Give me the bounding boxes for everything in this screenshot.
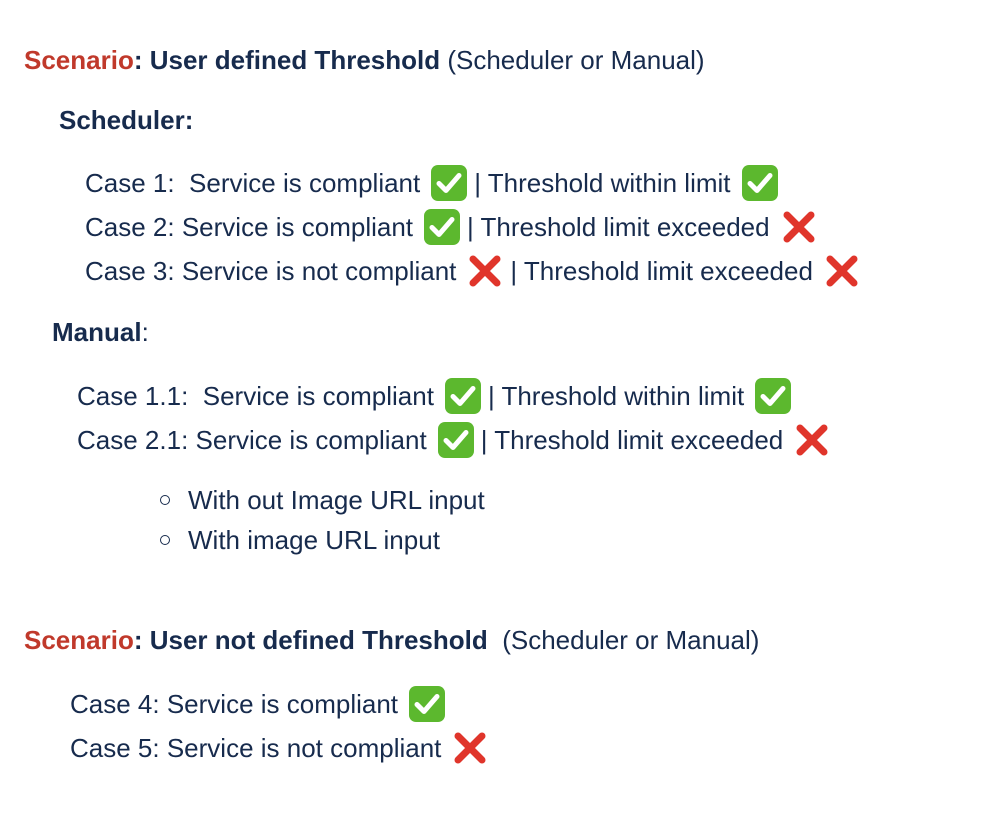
scenario-1-heading: Scenario: User defined Threshold (Schedu… xyxy=(24,43,705,77)
scenario-title: User not defined Threshold xyxy=(142,625,488,655)
red-cross-mark-icon xyxy=(466,252,504,290)
white-check-mark-icon xyxy=(437,421,475,459)
scenario-2-case-5: Case 5: Service is not compliant xyxy=(70,731,495,765)
scenario-label: Scenario xyxy=(24,625,134,655)
hollow-bullet-icon xyxy=(160,535,170,545)
scenario-colon: : xyxy=(133,45,143,75)
case-threshold-text: | Threshold limit exceeded xyxy=(510,256,813,286)
list-item: With out Image URL input xyxy=(160,483,485,517)
list-item-text: With image URL input xyxy=(188,525,440,555)
red-cross-mark-icon xyxy=(793,421,831,459)
scheduler-heading: Scheduler: xyxy=(59,105,194,135)
case-threshold-text: | Threshold limit exceeded xyxy=(480,425,784,455)
case-text: Case 4: Service is compliant xyxy=(70,689,399,719)
scheduler-case-3: Case 3: Service is not compliant | Thres… xyxy=(85,254,867,288)
case-text: Case 3: Service is not compliant xyxy=(85,256,457,286)
scenario-suffix: (Scheduler or Manual) xyxy=(487,625,760,655)
red-cross-mark-icon xyxy=(780,208,818,246)
white-check-mark-icon xyxy=(430,164,468,202)
case-text: Case 5: Service is not compliant xyxy=(70,733,442,763)
case-text: Case 2: Service is compliant xyxy=(85,212,414,242)
scenario-colon: : xyxy=(133,625,143,655)
manual-heading-colon: : xyxy=(141,317,149,347)
hollow-bullet-icon xyxy=(160,495,170,505)
red-cross-mark-icon xyxy=(823,252,861,290)
white-check-mark-icon xyxy=(754,377,792,415)
case-text: Case 1: Service is compliant xyxy=(85,168,421,198)
scenario-title: User defined Threshold xyxy=(142,45,441,75)
white-check-mark-icon xyxy=(408,685,446,723)
red-cross-mark-icon xyxy=(451,729,489,767)
case-threshold-text: | Threshold within limit xyxy=(474,168,731,198)
scenario-2-heading: Scenario: User not defined Threshold (Sc… xyxy=(24,623,759,657)
manual-heading: Manual: xyxy=(52,315,149,349)
white-check-mark-icon xyxy=(741,164,779,202)
list-item: With image URL input xyxy=(160,523,440,557)
scenario-label: Scenario xyxy=(24,45,134,75)
case-threshold-text: | Threshold limit exceeded xyxy=(467,212,770,242)
scenario-suffix: (Scheduler or Manual) xyxy=(440,45,705,75)
scheduler-case-2: Case 2: Service is compliant | Threshold… xyxy=(85,208,824,246)
scheduler-case-1: Case 1: Service is compliant | Threshold… xyxy=(85,164,785,202)
scenario-2-case-4: Case 4: Service is compliant xyxy=(70,685,452,723)
case-text: Case 1.1: Service is compliant xyxy=(77,381,434,411)
list-item-text: With out Image URL input xyxy=(188,485,485,515)
manual-case-2: Case 2.1: Service is compliant | Thresho… xyxy=(77,421,837,459)
case-text: Case 2.1: Service is compliant xyxy=(77,425,427,455)
manual-case-1: Case 1.1: Service is compliant | Thresho… xyxy=(77,377,798,415)
white-check-mark-icon xyxy=(423,208,461,246)
manual-heading-label: Manual xyxy=(52,317,142,347)
case-threshold-text: | Threshold within limit xyxy=(487,381,745,411)
white-check-mark-icon xyxy=(444,377,482,415)
